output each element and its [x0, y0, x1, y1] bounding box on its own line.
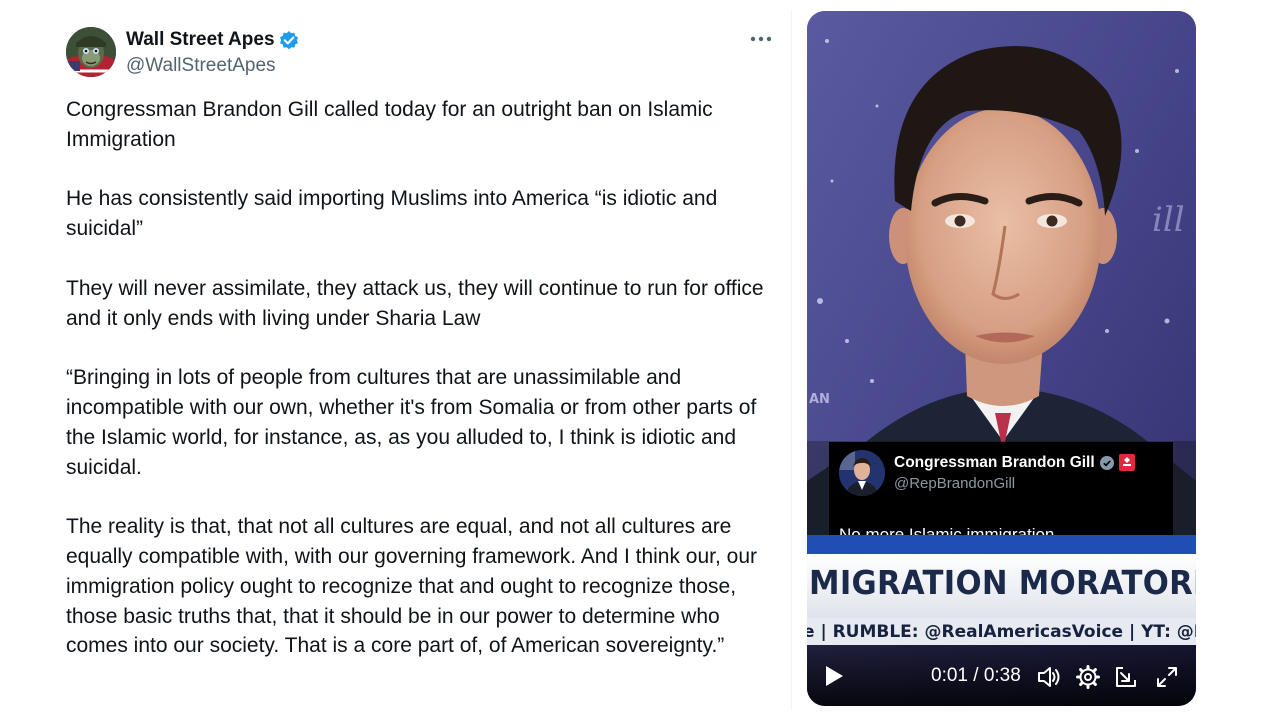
government-affiliation-icon [1119, 454, 1135, 471]
more-options-button[interactable] [746, 26, 776, 52]
tweet-paragraph: Congressman Brandon Gill called today fo… [66, 98, 713, 151]
author-avatar[interactable] [66, 27, 116, 77]
fullscreen-button[interactable] [1154, 664, 1180, 690]
tweet-screenshot: Wall Street Apes @WallStreetApes Congres… [0, 0, 1280, 720]
embedded-post-handle: @RepBrandonGill [894, 475, 1016, 492]
column-divider [791, 10, 792, 710]
more-horizontal-icon [750, 36, 772, 42]
popout-button[interactable] [1113, 664, 1139, 690]
embedded-post-avatar [839, 450, 885, 496]
gear-icon [1076, 665, 1100, 689]
play-icon [826, 666, 843, 686]
tweet-paragraph: The reality is that, that not all cultur… [66, 515, 758, 658]
news-ticker: e | RUMBLE: @RealAmericasVoice | YT: @I [807, 618, 1196, 645]
video-time: 0:01 / 0:38 [931, 665, 1021, 686]
verified-badge-icon [1099, 455, 1115, 471]
play-button[interactable] [821, 663, 847, 689]
video-player[interactable]: ill AN Congressman Brandon Gill @RepBran… [807, 11, 1196, 706]
settings-button[interactable] [1075, 664, 1101, 690]
popout-icon [1116, 667, 1136, 687]
author-name[interactable]: Wall Street Apes [126, 29, 275, 51]
svg-text:ill: ill [1152, 200, 1185, 240]
fullscreen-icon [1157, 667, 1177, 687]
tweet-paragraph: He has consistently said importing Musli… [66, 187, 718, 241]
news-banner-headline: MIGRATION MORATORIU [809, 563, 1196, 602]
tweet-paragraph: “Bringing in lots of people from culture… [66, 366, 757, 479]
author-handle[interactable]: @WallStreetApes [126, 55, 276, 77]
embedded-post-author-name: Congressman Brandon Gill [894, 454, 1095, 471]
verified-badge-icon [278, 30, 300, 52]
tweet-text: Congressman Brandon Gill called today fo… [66, 95, 778, 691]
news-ticker-text: e | RUMBLE: @RealAmericasVoice | YT: @I [807, 622, 1196, 642]
volume-button[interactable] [1036, 664, 1062, 690]
svg-text:AN: AN [809, 392, 830, 407]
tweet-paragraph: They will never assimilate, they attack … [66, 276, 764, 330]
volume-icon [1038, 667, 1060, 687]
news-banner-stripe [807, 535, 1196, 554]
tweet: Wall Street Apes @WallStreetApes Congres… [0, 0, 790, 720]
